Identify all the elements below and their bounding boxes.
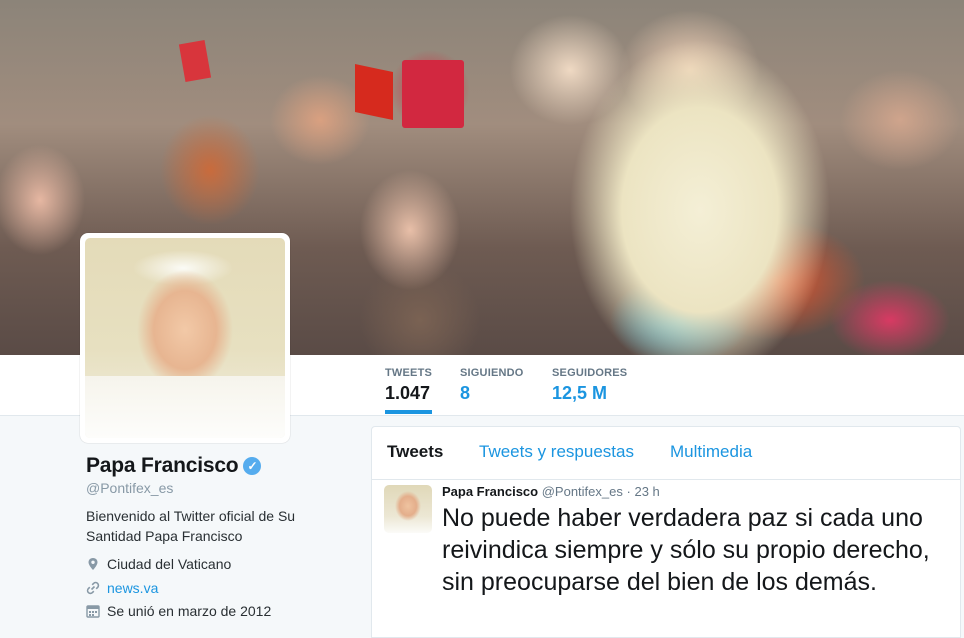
tab-tweets-and-replies[interactable]: Tweets y respuestas — [479, 442, 634, 462]
avatar — [85, 238, 285, 438]
stat-value: 12,5 M — [552, 383, 608, 403]
timeline: Tweets Tweets y respuestas Multimedia Pa… — [371, 426, 961, 638]
profile-name[interactable]: Papa Francisco — [86, 454, 239, 477]
tweet-text: No puede haber verdadera paz si cada uno… — [442, 504, 930, 596]
profile-joined: Se unió en marzo de 2012 — [86, 603, 271, 619]
stat-followers[interactable]: SEGUIDORES 12,5 M — [552, 367, 627, 404]
location-text: Ciudad del Vaticano — [107, 556, 232, 572]
profile-name-row: Papa Francisco ✓ — [86, 454, 262, 478]
stat-label: SIGUIENDO — [460, 367, 524, 379]
link-icon — [86, 581, 100, 595]
banner-sign — [402, 60, 464, 128]
website-link[interactable]: news.va — [107, 580, 158, 596]
tweet-header: Papa Francisco @Pontifex_es · 23 h — [442, 484, 660, 499]
profile-location: Ciudad del Vaticano — [86, 556, 231, 572]
tab-tweets[interactable]: Tweets — [387, 442, 443, 462]
tweet-timestamp[interactable]: 23 h — [634, 484, 659, 499]
stat-tweets[interactable]: TWEETS 1.047 — [385, 367, 433, 414]
banner-flag — [178, 40, 212, 82]
tweet-author-handle[interactable]: @Pontifex_es — [542, 484, 623, 499]
verified-badge-icon: ✓ — [243, 457, 262, 475]
stat-label: SEGUIDORES — [552, 367, 628, 379]
avatar-robe — [85, 376, 285, 438]
tweet-author-name[interactable]: Papa Francisco — [442, 484, 538, 499]
stat-value: 1.047 — [385, 383, 431, 403]
profile-website[interactable]: news.va — [86, 580, 158, 596]
banner-flag — [355, 63, 393, 121]
tab-media[interactable]: Multimedia — [670, 442, 752, 462]
profile-handle[interactable]: @Pontifex_es — [86, 480, 173, 496]
tweet-separator: · — [626, 484, 631, 499]
profile-bio: Bienvenido al Twitter oficial de Su Sant… — [86, 508, 296, 544]
stat-value: 8 — [460, 383, 471, 403]
profile-avatar-frame[interactable] — [80, 233, 290, 443]
tweet-avatar[interactable] — [384, 485, 432, 533]
location-pin-icon — [88, 558, 98, 570]
joined-text: Se unió en marzo de 2012 — [107, 603, 272, 619]
stat-label: TWEETS — [385, 367, 433, 379]
timeline-tabs: Tweets Tweets y respuestas Multimedia — [372, 427, 960, 480]
calendar-icon — [86, 605, 100, 618]
stat-following[interactable]: SIGUIENDO 8 — [460, 367, 524, 404]
